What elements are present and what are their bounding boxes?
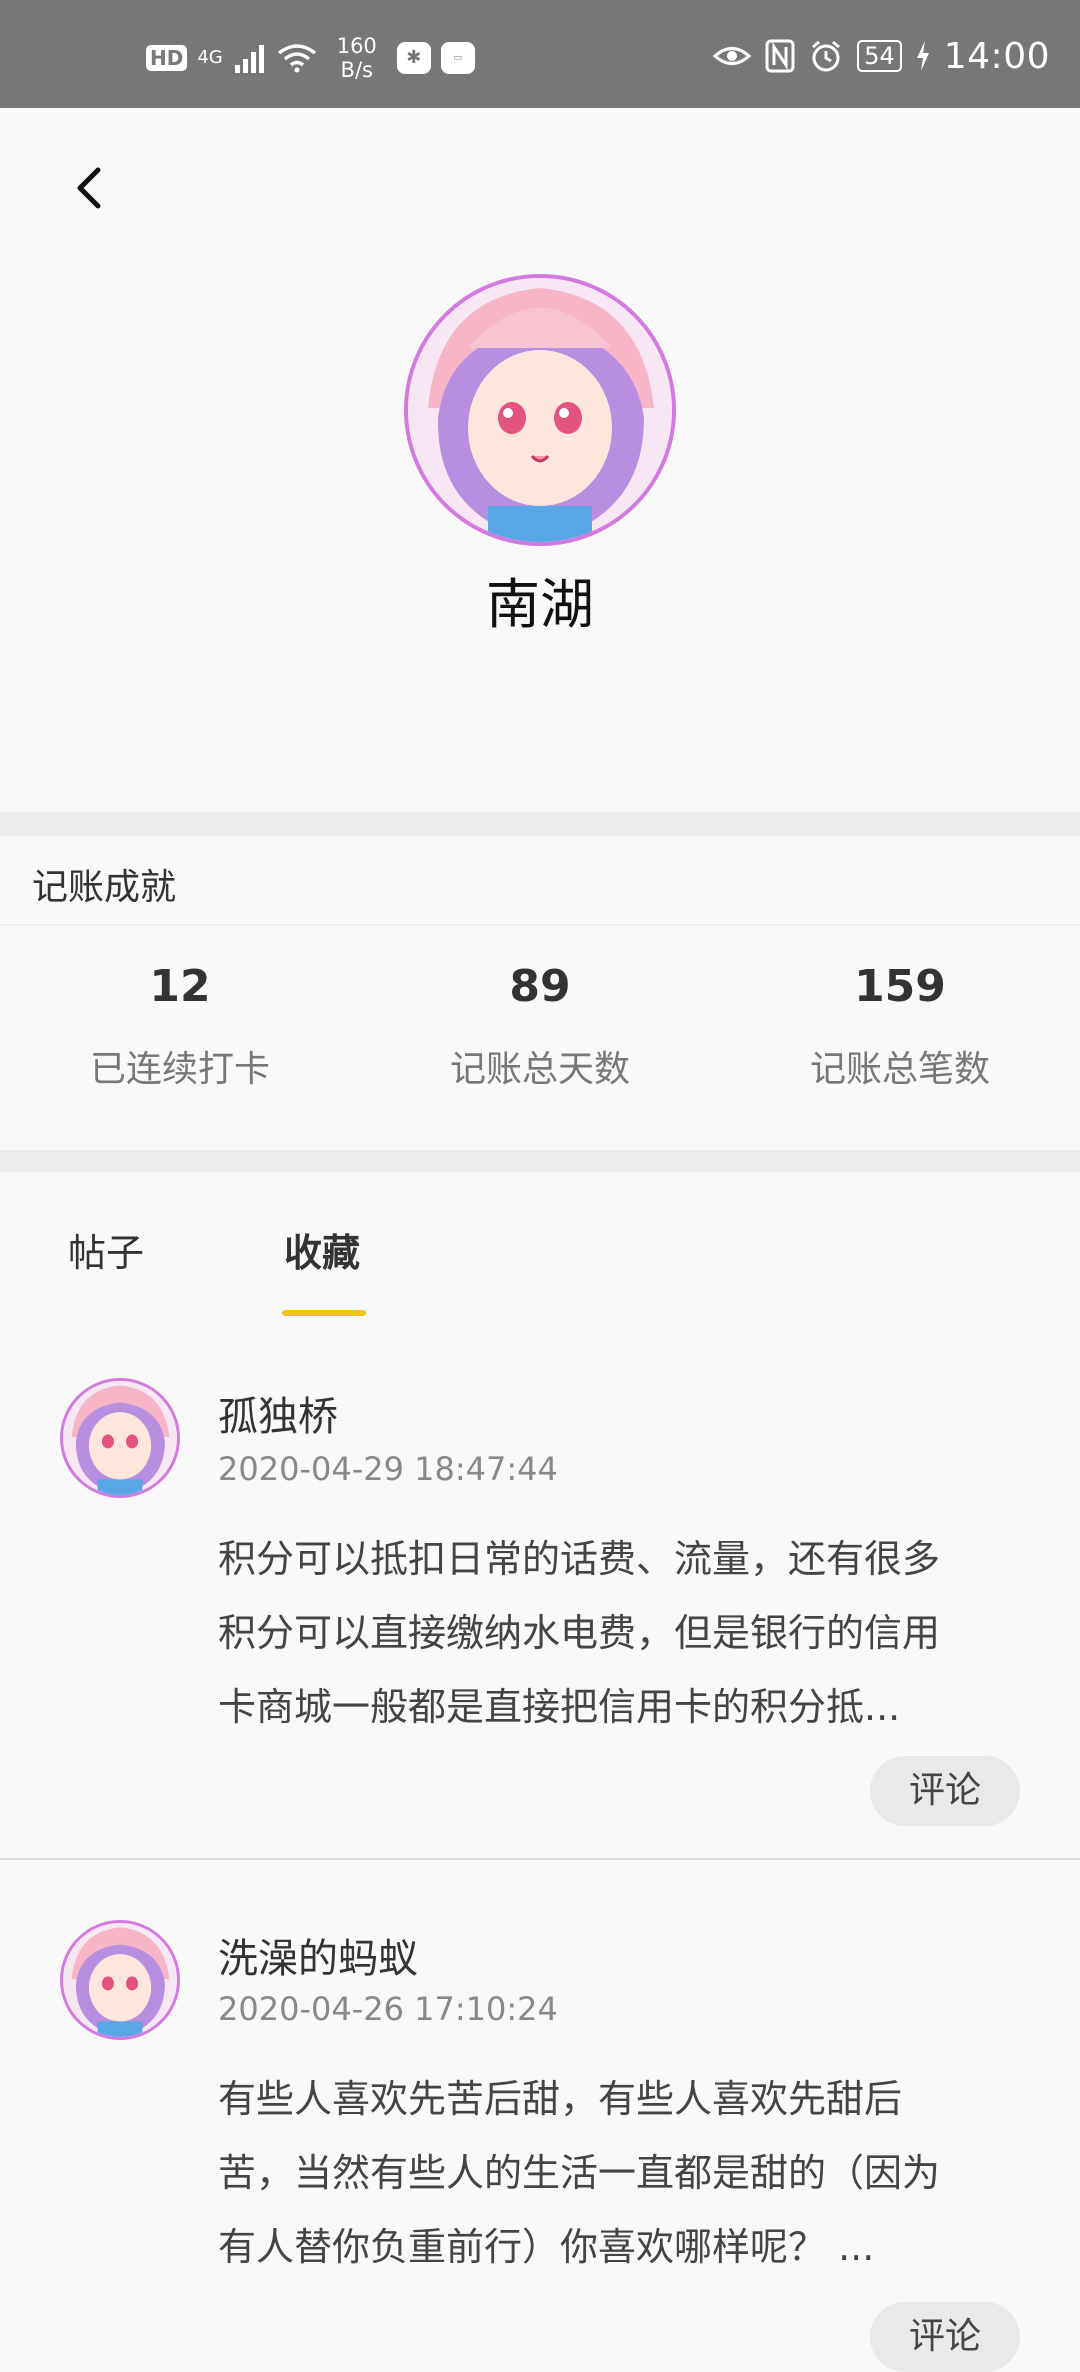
- avatar[interactable]: [60, 1920, 180, 2040]
- network-type: 4G: [197, 47, 223, 68]
- stat-value: 12: [149, 961, 211, 1012]
- stat-value: 89: [509, 961, 571, 1012]
- stat-total-days: 89 记账总天数: [360, 956, 720, 1092]
- active-tab-indicator: [282, 1310, 366, 1316]
- post-time: 2020-04-29 18:47:44: [218, 1450, 558, 1488]
- anime-avatar-illustration: [63, 1381, 177, 1495]
- clock: 14:00: [943, 35, 1050, 77]
- hd-indicator: HD: [146, 45, 188, 71]
- post-content: 有些人喜欢先苦后甜，有些人喜欢先甜后 苦，当然有些人的生活一直都是甜的（因为 有…: [218, 2062, 1038, 2284]
- eye-comfort-icon: [713, 47, 752, 65]
- charging-icon: [916, 41, 929, 71]
- stat-label: 记账总天数: [449, 1049, 630, 1090]
- avatar[interactable]: [60, 1378, 180, 1498]
- post-line: 苦，当然有些人的生活一直都是甜的（因为: [218, 2151, 941, 2195]
- stat-label: 记账总笔数: [809, 1049, 990, 1090]
- post-line: 积分可以直接缴纳水电费，但是银行的信用: [218, 1611, 941, 1655]
- status-right: 54 14:00: [713, 34, 1050, 78]
- back-arrow-icon[interactable]: [68, 166, 112, 210]
- profile-avatar[interactable]: [404, 274, 676, 546]
- stat-checkin-streak: 12 已连续打卡: [0, 956, 360, 1092]
- network-speed-value: 160: [336, 34, 377, 58]
- achievements-title: 记账成就: [32, 867, 177, 908]
- status-left: HD 4G 160 B/s ✱ ▭: [146, 34, 475, 82]
- section-gap: [0, 1150, 1080, 1172]
- post-line: 卡商城一般都是直接把信用卡的积分抵...: [218, 1685, 901, 1729]
- comment-button[interactable]: 评论: [870, 1756, 1020, 1826]
- alarm-icon: [812, 40, 841, 72]
- post-line: 积分可以抵扣日常的话费、流量，还有很多: [218, 1537, 941, 1581]
- list-item[interactable]: 孤独桥 2020-04-29 18:47:44 积分可以抵扣日常的话费、流量，还…: [0, 1332, 1080, 1860]
- divider: [0, 924, 1080, 926]
- wifi-icon: [277, 44, 316, 73]
- anime-avatar-illustration: [63, 1923, 177, 2037]
- post-time: 2020-04-26 17:10:24: [218, 1990, 558, 2028]
- tab-posts[interactable]: 帖子: [68, 1222, 144, 1277]
- battery-level: 54: [857, 40, 902, 72]
- post-author: 孤独桥: [218, 1394, 338, 1440]
- nfc-icon: [765, 39, 795, 73]
- profile-name: 南湖: [486, 573, 594, 636]
- tab-bar: 帖子 收藏: [0, 1172, 1080, 1332]
- list-item[interactable]: 洗澡的蚂蚁 2020-04-26 17:10:24 有些人喜欢先苦后甜，有些人喜…: [0, 1860, 1080, 2372]
- stat-total-entries: 159 记账总笔数: [720, 956, 1080, 1092]
- network-speed-unit: B/s: [340, 58, 373, 82]
- stat-value: 159: [854, 961, 946, 1012]
- status-bar: HD 4G 160 B/s ✱ ▭ 54 14:00: [0, 0, 1080, 108]
- huawei-notification-icon: ▭: [440, 42, 475, 74]
- post-author: 洗澡的蚂蚁: [218, 1936, 418, 1982]
- signal-icon: [234, 45, 264, 73]
- achievements-section: 记账成就 12 已连续打卡 89 记账总天数 159 记账总笔数: [0, 836, 1080, 1150]
- anime-avatar-illustration: [408, 278, 672, 542]
- comment-button[interactable]: 评论: [870, 2302, 1020, 2372]
- post-line: 有些人喜欢先苦后甜，有些人喜欢先甜后: [218, 2077, 903, 2121]
- stat-label: 已连续打卡: [89, 1049, 270, 1090]
- app-notification-icon: ✱: [396, 42, 431, 74]
- network-speed: 160 B/s: [327, 34, 387, 82]
- post-line: 有人替你负重前行）你喜欢哪样呢？ ...: [218, 2225, 875, 2269]
- tab-favorites[interactable]: 收藏: [284, 1222, 360, 1277]
- post-content: 积分可以抵扣日常的话费、流量，还有很多 积分可以直接缴纳水电费，但是银行的信用 …: [218, 1522, 1038, 1744]
- section-gap: [0, 812, 1080, 836]
